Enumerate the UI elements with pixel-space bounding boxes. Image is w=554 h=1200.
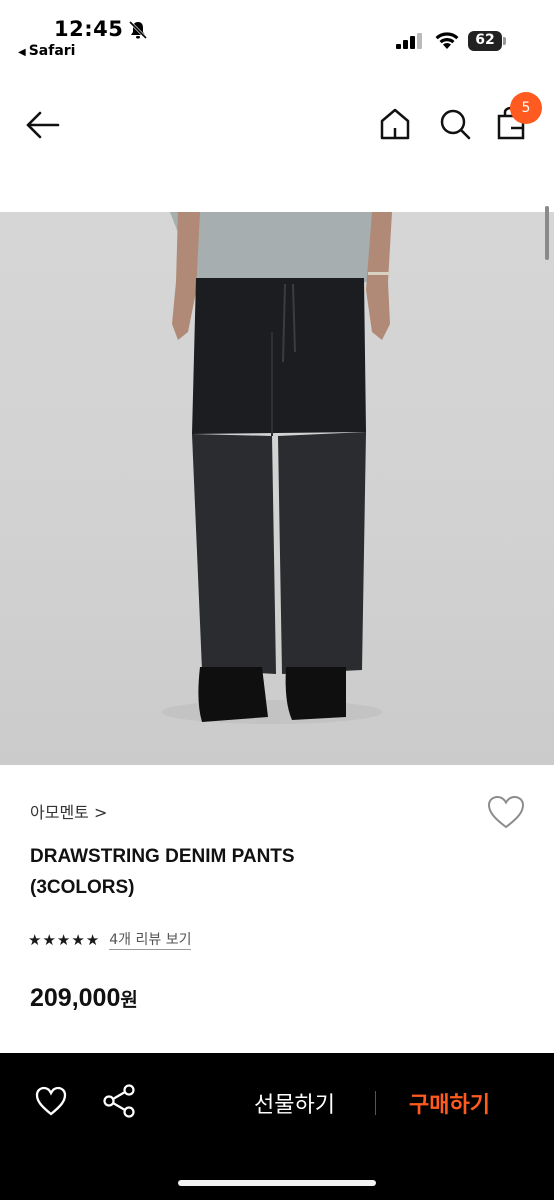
price-number: 209,000 bbox=[30, 984, 121, 1012]
star-icon: ★ bbox=[42, 930, 56, 949]
share-icon[interactable] bbox=[102, 1083, 136, 1119]
star-icon: ★ bbox=[85, 930, 100, 949]
battery-level: 62 bbox=[475, 32, 495, 48]
status-bar: 12:45 ◀ Safari 62 bbox=[0, 0, 554, 70]
brand-name: 아모멘토 bbox=[30, 803, 89, 822]
price-unit: 원 bbox=[120, 989, 138, 1011]
battery-icon: 62 bbox=[468, 31, 508, 51]
rating-stars: ★ ★ ★ ★ ★ bbox=[28, 930, 100, 949]
star-icon: ★ bbox=[56, 930, 71, 949]
product-price: 209,000원 bbox=[30, 984, 138, 1013]
top-navigation bbox=[0, 90, 554, 160]
heart-outline-icon[interactable] bbox=[34, 1085, 68, 1117]
status-time: 12:45 bbox=[54, 17, 124, 41]
product-title-line2: (3COLORS) bbox=[30, 877, 135, 898]
star-icon: ★ bbox=[71, 930, 85, 949]
product-photo-illustration bbox=[162, 212, 392, 724]
back-to-app-link[interactable]: ◀ Safari bbox=[18, 43, 75, 59]
home-icon[interactable] bbox=[378, 106, 412, 142]
signal-icon bbox=[396, 33, 422, 49]
gift-button[interactable]: 선물하기 bbox=[254, 1087, 335, 1119]
divider bbox=[375, 1091, 376, 1115]
scroll-indicator bbox=[545, 206, 549, 260]
back-app-label: Safari bbox=[28, 43, 76, 59]
product-image[interactable] bbox=[0, 212, 554, 765]
search-icon[interactable] bbox=[438, 106, 472, 142]
wifi-icon bbox=[435, 32, 459, 49]
bottom-action-bar: 선물하기 구매하기 bbox=[0, 1053, 554, 1200]
star-icon: ★ bbox=[28, 930, 42, 949]
rating-row: ★ ★ ★ ★ ★ 4개 리뷰 보기 bbox=[28, 929, 192, 951]
home-indicator bbox=[178, 1180, 376, 1186]
brand-chevron-icon: > bbox=[93, 803, 108, 822]
back-triangle-icon: ◀ bbox=[18, 47, 26, 58]
bell-slash-icon bbox=[128, 20, 148, 40]
view-reviews-link[interactable]: 4개 리뷰 보기 bbox=[109, 931, 192, 950]
heart-outline-icon[interactable] bbox=[486, 794, 526, 830]
brand-link[interactable]: 아모멘토 > bbox=[30, 799, 107, 823]
product-title-line1: DRAWSTRING DENIM PANTS bbox=[30, 846, 295, 867]
arrow-left-icon[interactable] bbox=[24, 108, 62, 142]
cart-count-badge: 5 bbox=[510, 92, 542, 124]
product-title: DRAWSTRING DENIM PANTS (3COLORS) bbox=[30, 841, 430, 903]
buy-button[interactable]: 구매하기 bbox=[409, 1087, 490, 1119]
